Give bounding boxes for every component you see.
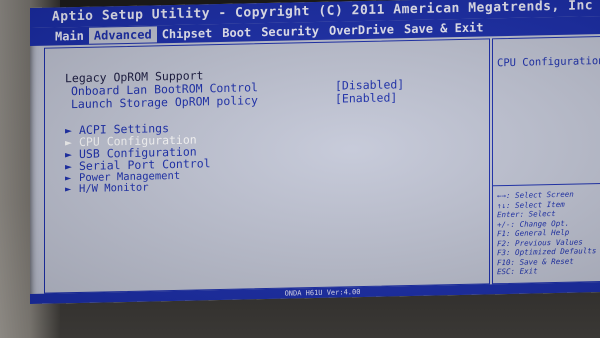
- tab-chipset[interactable]: Chipset: [157, 25, 218, 42]
- key-help-item: ESC: Exit: [497, 266, 538, 277]
- tab-security[interactable]: Security: [256, 23, 324, 40]
- tab-overdrive[interactable]: OverDrive: [324, 21, 399, 39]
- key-help-list: ←→: Select Screen ↑↓: Select Item Enter:…: [497, 189, 596, 277]
- tab-save-exit[interactable]: Save & Exit: [399, 19, 488, 37]
- help-divider: [493, 182, 600, 187]
- submenu-arrow-icon: ►: [65, 159, 72, 174]
- submenu-arrow-icon: ►: [65, 183, 72, 196]
- help-text: CPU Configuration: [497, 54, 600, 70]
- tab-main[interactable]: Main: [50, 28, 89, 45]
- settings-panel: Legacy OpROM Support Onboard Lan BootROM…: [44, 38, 490, 294]
- tab-advanced[interactable]: Advanced: [88, 26, 157, 44]
- submenu-hw-monitor[interactable]: ► H/W Monitor: [65, 182, 149, 196]
- help-panel: CPU Configuration ←→: Select Screen ↑↓: …: [492, 35, 600, 285]
- option-storage-oprom-label[interactable]: Launch Storage OpROM policy: [71, 93, 258, 111]
- option-storage-oprom-value[interactable]: [Enabled]: [335, 90, 397, 105]
- tab-boot[interactable]: Boot: [217, 24, 256, 41]
- bios-screen: Aptio Setup Utility - Copyright (C) 2011…: [30, 0, 600, 304]
